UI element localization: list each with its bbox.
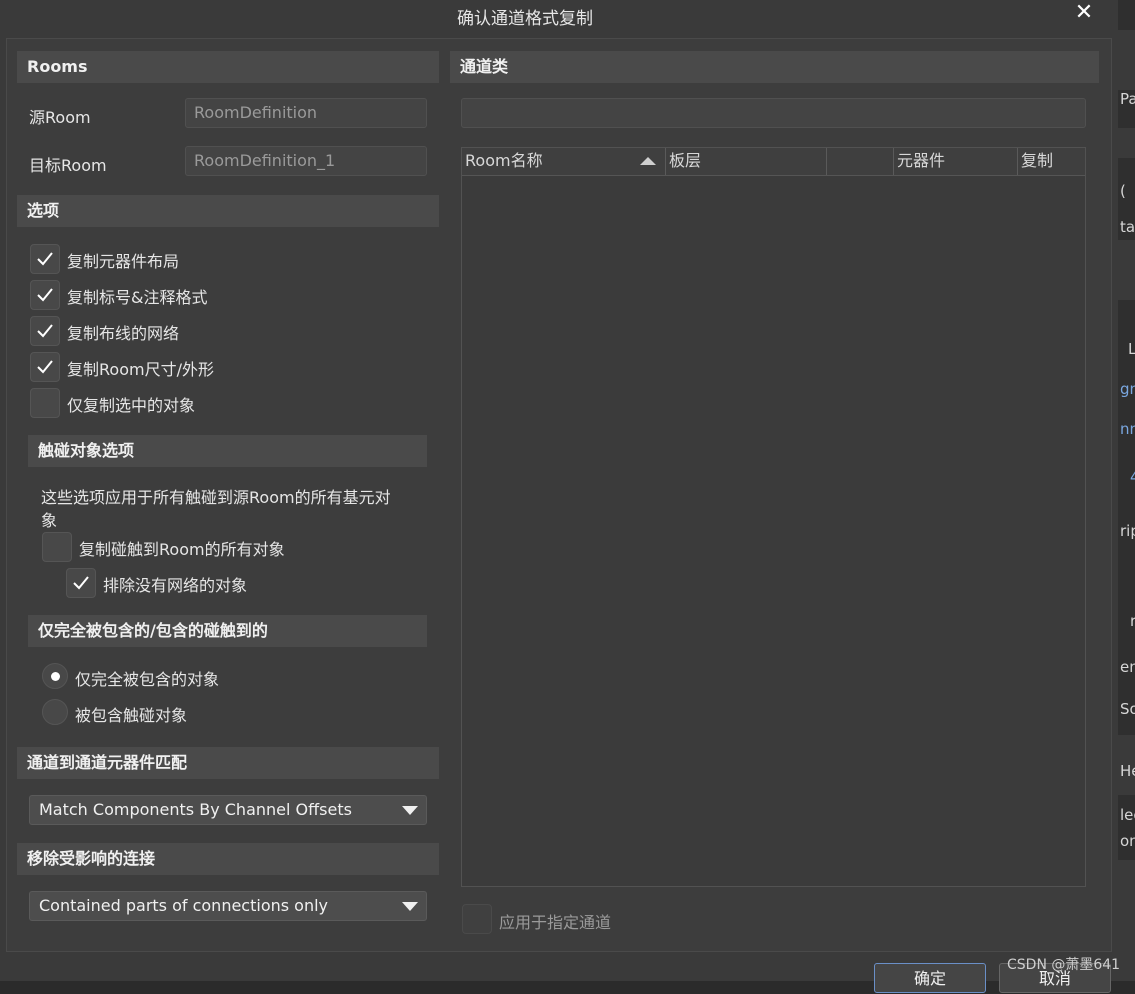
dropdown-arrow-icon bbox=[402, 806, 418, 815]
options-section-header: 选项 bbox=[17, 195, 439, 227]
background-link[interactable]: 4 bbox=[1130, 468, 1135, 486]
exclude-no-net-label: 排除没有网络的对象 bbox=[103, 576, 248, 595]
touching-description-cont: 象 bbox=[41, 511, 58, 530]
background-band bbox=[1118, 30, 1135, 90]
background-text: Par bbox=[1120, 90, 1135, 108]
background-text: lec bbox=[1120, 806, 1135, 824]
copy-selected-only-checkbox[interactable] bbox=[30, 388, 60, 418]
remove-connections-dropdown[interactable]: Contained parts of connections only bbox=[29, 891, 427, 921]
check-icon bbox=[37, 360, 53, 374]
apply-to-channel-label: 应用于指定通道 bbox=[499, 913, 612, 932]
remove-connections-section-header: 移除受影响的连接 bbox=[17, 843, 439, 875]
sort-ascending-icon bbox=[640, 157, 656, 165]
fully-contained-radio[interactable] bbox=[42, 663, 68, 689]
background-link[interactable]: nn bbox=[1120, 420, 1135, 438]
contained-touching-radio[interactable] bbox=[42, 699, 68, 725]
fully-contained-label: 仅完全被包含的对象 bbox=[75, 670, 220, 689]
column-room-name-label: Room名称 bbox=[465, 151, 543, 170]
rooms-section-header: Rooms bbox=[17, 51, 439, 83]
channel-class-section-header: 通道类 bbox=[450, 51, 1099, 83]
contained-section-header: 仅完全被包含的/包含的碰触到的 bbox=[28, 615, 427, 647]
table-header: Room名称 板层 元器件 复制 bbox=[462, 148, 1085, 176]
background-band bbox=[1118, 240, 1135, 300]
touching-description: 这些选项应用于所有触碰到源Room的所有基元对 bbox=[41, 488, 391, 507]
column-layer[interactable]: 板层 bbox=[665, 148, 826, 175]
check-icon bbox=[37, 252, 53, 266]
ok-button[interactable]: 确定 bbox=[874, 963, 986, 993]
close-button[interactable]: ✕ bbox=[1066, 0, 1102, 28]
dropdown-arrow-icon bbox=[402, 902, 418, 911]
background-text: So bbox=[1120, 700, 1135, 718]
contained-touching-label: 被包含触碰对象 bbox=[75, 706, 188, 725]
background-text: He bbox=[1120, 762, 1135, 780]
source-room-field[interactable]: RoomDefinition bbox=[185, 98, 427, 128]
touching-options-section-header: 触碰对象选项 bbox=[28, 435, 427, 467]
background-text: ta bbox=[1120, 218, 1135, 236]
apply-to-channel-checkbox[interactable] bbox=[462, 904, 492, 934]
background-band bbox=[1118, 128, 1135, 158]
channel-table: Room名称 板层 元器件 复制 bbox=[461, 147, 1086, 887]
background-text: en bbox=[1120, 658, 1135, 676]
dialog-title: 确认通道格式复制 bbox=[457, 9, 593, 29]
copy-touching-objects-label: 复制碰触到Room的所有对象 bbox=[79, 540, 285, 559]
column-copy[interactable]: 复制 bbox=[1017, 148, 1085, 175]
target-room-label: 目标Room bbox=[29, 156, 107, 175]
check-icon bbox=[37, 288, 53, 302]
background-text: L bbox=[1128, 340, 1135, 358]
background-text: r bbox=[1130, 612, 1135, 630]
column-room-name[interactable]: Room名称 bbox=[462, 148, 665, 175]
copy-designator-format-checkbox[interactable] bbox=[30, 280, 60, 310]
confirm-channel-format-copy-dialog: 确认通道格式复制 ✕ Rooms 源Room RoomDefinition 目标… bbox=[0, 0, 1118, 993]
check-icon bbox=[73, 576, 89, 590]
copy-room-size-label: 复制Room尺寸/外形 bbox=[67, 360, 214, 379]
background-text: ( bbox=[1120, 182, 1126, 200]
component-match-section-header: 通道到通道元器件匹配 bbox=[17, 747, 439, 779]
exclude-no-net-checkbox[interactable] bbox=[66, 568, 96, 598]
background-text: on bbox=[1120, 832, 1135, 850]
source-room-label: 源Room bbox=[29, 108, 91, 127]
background-band bbox=[1118, 860, 1135, 981]
copy-component-layout-label: 复制元器件布局 bbox=[67, 252, 180, 271]
column-components[interactable]: 元器件 bbox=[893, 148, 1017, 175]
remove-connections-value: Contained parts of connections only bbox=[39, 896, 329, 915]
copy-routed-nets-label: 复制布线的网络 bbox=[67, 324, 180, 343]
background-app-strip: Par ( ta L gn nn 4 rip r en So He lec on bbox=[1118, 0, 1135, 981]
copy-room-size-checkbox[interactable] bbox=[30, 352, 60, 382]
column-blank[interactable] bbox=[826, 148, 893, 175]
component-match-value: Match Components By Channel Offsets bbox=[39, 800, 352, 819]
component-match-dropdown[interactable]: Match Components By Channel Offsets bbox=[29, 795, 427, 825]
background-link[interactable]: gn bbox=[1120, 380, 1135, 398]
copy-routed-nets-checkbox[interactable] bbox=[30, 316, 60, 346]
copy-touching-objects-checkbox[interactable] bbox=[42, 532, 72, 562]
copy-designator-format-label: 复制标号&注释格式 bbox=[67, 288, 208, 307]
watermark: CSDN @萧墨641 bbox=[1007, 957, 1121, 973]
background-text: rip bbox=[1120, 522, 1135, 540]
channel-class-field[interactable] bbox=[461, 98, 1086, 128]
title-bar: 确认通道格式复制 ✕ bbox=[0, 0, 1118, 32]
radio-dot-icon bbox=[51, 672, 60, 681]
target-room-field[interactable]: RoomDefinition_1 bbox=[185, 146, 427, 176]
copy-component-layout-checkbox[interactable] bbox=[30, 244, 60, 274]
copy-selected-only-label: 仅复制选中的对象 bbox=[67, 396, 196, 415]
check-icon bbox=[37, 324, 53, 338]
